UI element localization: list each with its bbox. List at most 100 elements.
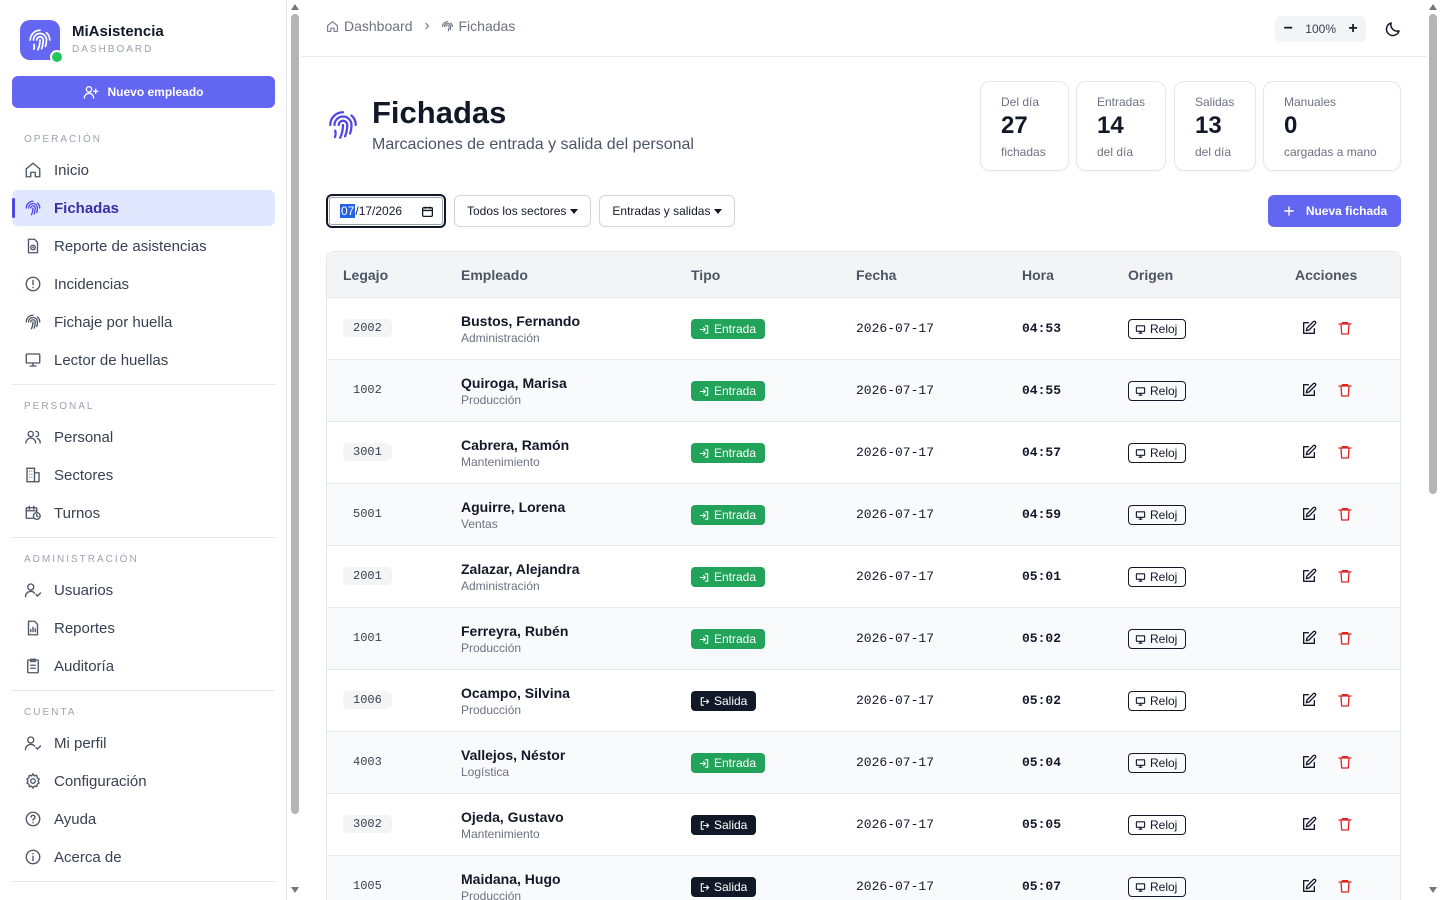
edit-button[interactable] — [1301, 568, 1317, 584]
table-row[interactable]: 2002 Bustos, Fernando Administración Ent… — [327, 298, 1400, 360]
delete-button[interactable] — [1337, 692, 1353, 708]
edit-button[interactable] — [1301, 630, 1317, 646]
monitor-icon — [1135, 510, 1146, 520]
sidebar-item-reporte-asistencias[interactable]: Reporte de asistencias — [12, 228, 275, 264]
employee-name: Cabrera, Ramón — [461, 437, 570, 453]
sidebar-item-sectores[interactable]: Sectores — [12, 457, 275, 493]
date-month-segment[interactable]: 07 — [340, 204, 356, 218]
main-scrollbar-thumb[interactable] — [1429, 14, 1437, 494]
sidebar-item-acerca-de[interactable]: Acerca de — [12, 839, 275, 875]
edit-button[interactable] — [1301, 878, 1317, 894]
sidebar-item-turnos[interactable]: Turnos — [12, 495, 275, 531]
monitor-icon — [1135, 820, 1146, 830]
employee-sector: Logística — [461, 765, 510, 779]
zoom-out-button[interactable]: − — [1275, 16, 1301, 42]
sidebar-item-fichadas[interactable]: Fichadas — [12, 190, 275, 226]
table-row[interactable]: 1005 Maidana, Hugo Producción Salida 202… — [327, 856, 1400, 900]
origin-badge: Reloj — [1128, 753, 1187, 773]
delete-button[interactable] — [1337, 382, 1353, 398]
table-row[interactable]: 4003 Vallejos, Néstor Logística Entrada … — [327, 732, 1400, 794]
employee-cell: Zalazar, Alejandra Administración — [461, 560, 580, 594]
app-name: MiAsistencia — [72, 23, 164, 40]
edit-icon — [1303, 630, 1317, 644]
type-filter-select[interactable]: Entradas y salidas — [599, 195, 736, 227]
sidebar-scrollbar-thumb[interactable] — [291, 14, 299, 814]
sidebar-item-fichaje-huella[interactable]: Fichaje por huella — [12, 304, 275, 340]
user-plus-icon — [84, 86, 99, 99]
theme-toggle-button[interactable] — [1380, 16, 1406, 42]
time-cell: 05:01 — [1022, 569, 1062, 584]
type-badge-label: Entrada — [714, 384, 757, 398]
sidebar-item-configuracion[interactable]: Configuración — [12, 763, 275, 799]
edit-button[interactable] — [1301, 382, 1317, 398]
fingerprint-icon — [441, 20, 453, 31]
column-header-empleado[interactable]: Empleado — [461, 267, 528, 283]
column-header-hora[interactable]: Hora — [1022, 267, 1054, 283]
delete-button[interactable] — [1337, 816, 1353, 832]
breadcrumb-dashboard[interactable]: Dashboard — [326, 18, 413, 34]
edit-button[interactable] — [1301, 506, 1317, 522]
delete-button[interactable] — [1337, 630, 1353, 646]
trash-icon — [1338, 818, 1352, 831]
date-rest-segment[interactable]: /17/2026 — [355, 204, 402, 218]
type-badge-label: Entrada — [714, 446, 757, 460]
scroll-up-arrow-icon[interactable] — [291, 4, 299, 10]
scroll-down-arrow-icon[interactable] — [291, 887, 299, 893]
stat-value: 14 — [1097, 112, 1124, 139]
table-row[interactable]: 5001 Aguirre, Lorena Ventas Entrada 2026… — [327, 484, 1400, 546]
calendar-icon[interactable] — [421, 205, 434, 218]
sidebar-item-incidencias[interactable]: Incidencias — [12, 266, 275, 302]
date-filter-input[interactable]: 07/17/2026 — [326, 194, 446, 228]
column-header-fecha[interactable]: Fecha — [856, 267, 896, 283]
scroll-down-arrow-icon[interactable] — [1429, 887, 1437, 893]
sidebar-item-mi-perfil[interactable]: Mi perfil — [12, 725, 275, 761]
sidebar-item-usuarios[interactable]: Usuarios — [12, 572, 275, 608]
time-cell: 04:59 — [1022, 507, 1062, 522]
moon-icon — [1385, 22, 1400, 37]
sidebar-item-inicio[interactable]: Inicio — [12, 152, 275, 188]
log-in-icon — [699, 758, 709, 768]
time-cell: 05:02 — [1022, 693, 1062, 708]
employee-name: Zalazar, Alejandra — [461, 561, 580, 577]
delete-button[interactable] — [1337, 320, 1353, 336]
legajo-cell: 3001 — [343, 443, 392, 461]
sidebar-item-reportes[interactable]: Reportes — [12, 610, 275, 646]
column-header-legajo[interactable]: Legajo — [343, 267, 388, 283]
stat-note: del día — [1097, 145, 1134, 159]
new-fichada-button[interactable]: Nueva fichada — [1268, 195, 1401, 227]
edit-button[interactable] — [1301, 816, 1317, 832]
delete-button[interactable] — [1337, 568, 1353, 584]
edit-button[interactable] — [1301, 754, 1317, 770]
sidebar-item-lector-huellas[interactable]: Lector de huellas — [12, 342, 275, 378]
scroll-up-arrow-icon[interactable] — [1429, 4, 1437, 10]
edit-button[interactable] — [1301, 320, 1317, 336]
origin-label: Reloj — [1150, 508, 1178, 522]
sidebar-item-ayuda[interactable]: Ayuda — [12, 801, 275, 837]
sidebar-item-auditoria[interactable]: Auditoría — [12, 648, 275, 684]
zoom-in-button[interactable]: + — [1340, 16, 1366, 42]
sidebar-item-personal[interactable]: Personal — [12, 419, 275, 455]
type-badge-label: Salida — [714, 694, 748, 708]
table-row[interactable]: 1002 Quiroga, Marisa Producción Entrada … — [327, 360, 1400, 422]
delete-button[interactable] — [1337, 444, 1353, 460]
new-employee-button[interactable]: Nuevo empleado — [12, 76, 275, 108]
edit-button[interactable] — [1301, 444, 1317, 460]
breadcrumb-fichadas[interactable]: Fichadas — [441, 18, 515, 34]
delete-button[interactable] — [1337, 754, 1353, 770]
table-row[interactable]: 2001 Zalazar, Alejandra Administración E… — [327, 546, 1400, 608]
table-row[interactable]: 1001 Ferreyra, Rubén Producción Entrada … — [327, 608, 1400, 670]
origin-label: Reloj — [1150, 570, 1178, 584]
log-in-icon — [699, 448, 709, 458]
trash-icon — [1338, 384, 1352, 397]
table-row[interactable]: 1006 Ocampo, Silvina Producción Salida 2… — [327, 670, 1400, 732]
column-header-tipo[interactable]: Tipo — [691, 267, 720, 283]
log-in-icon — [699, 572, 709, 582]
column-header-origen[interactable]: Origen — [1128, 267, 1173, 283]
edit-button[interactable] — [1301, 692, 1317, 708]
table-row[interactable]: 3002 Ojeda, Gustavo Mantenimiento Salida… — [327, 794, 1400, 856]
table-row[interactable]: 3001 Cabrera, Ramón Mantenimiento Entrad… — [327, 422, 1400, 484]
delete-button[interactable] — [1337, 506, 1353, 522]
employee-name: Ferreyra, Rubén — [461, 623, 569, 639]
sector-filter-select[interactable]: Todos los sectores — [454, 195, 592, 227]
delete-button[interactable] — [1337, 878, 1353, 894]
